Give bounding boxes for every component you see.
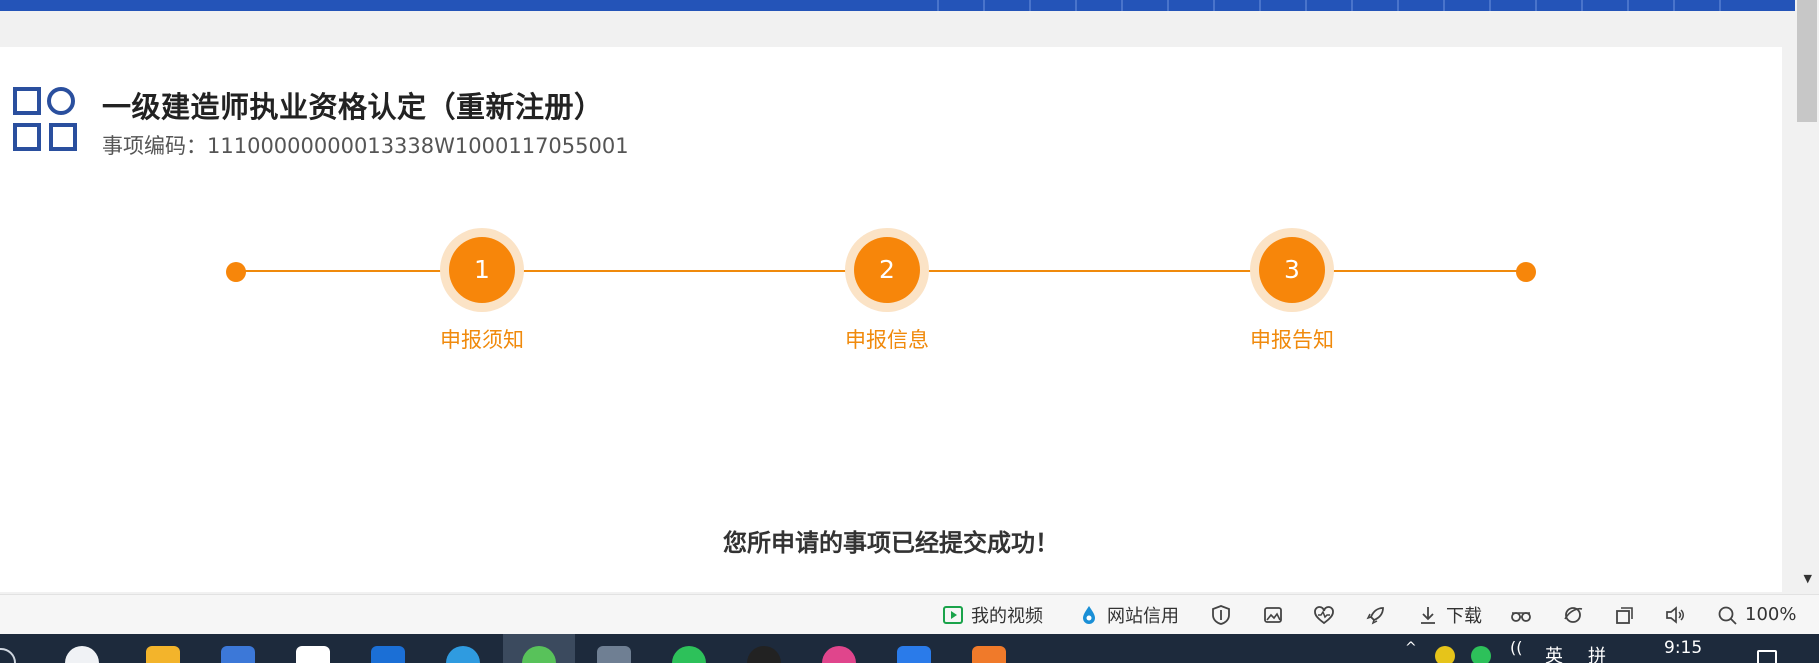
notification-icon[interactable] [1757,650,1777,663]
app-taskbar-icon[interactable] [822,646,856,663]
speaker-icon [1664,604,1686,626]
step-3-label: 申报告知 [1250,328,1334,352]
chevron-up-icon[interactable]: ^ [1405,640,1417,656]
security-button[interactable] [1210,595,1232,634]
step-2: 2 [845,228,929,312]
main-content [0,47,1782,592]
water-drop-icon [1078,604,1100,626]
zoom-level: 100% [1745,604,1797,625]
my-video-button[interactable]: 我的视频 [942,595,1043,634]
browser-status-bar: 我的视频 网站信用 下载 100% [0,594,1819,634]
download-label: 下载 [1446,605,1482,627]
ime-language[interactable]: 英 [1545,642,1563,663]
step-number: 1 [449,237,515,303]
progress-end-dot [1516,262,1536,282]
top-brand-bar [0,0,1795,11]
site-credit-label: 网站信用 [1107,605,1179,627]
shield-icon [1210,604,1232,626]
vertical-scrollbar[interactable]: ▼ [1795,0,1819,592]
ime-mode[interactable]: 拼 [1588,642,1606,663]
network-icon[interactable]: (( [1510,638,1522,657]
top-bar-pattern [915,0,1735,11]
rocket-icon [1365,604,1387,626]
speedup-button[interactable] [1365,595,1387,634]
window-icon [1613,604,1635,626]
zoom-control[interactable]: 100% [1716,595,1796,634]
video-play-icon [942,604,964,626]
site-credit-button[interactable]: 网站信用 [1078,595,1179,634]
step-number: 3 [1259,237,1325,303]
item-code: 事项编码：11100000000013338W1000117055001 [102,134,629,158]
page-title: 一级建造师执业资格认定（重新注册） [102,90,604,124]
app-taskbar-icon[interactable] [296,646,330,663]
download-button[interactable]: 下载 [1417,595,1482,634]
scroll-down-arrow-icon[interactable]: ▼ [1804,573,1812,584]
scrollbar-thumb[interactable] [1797,0,1817,122]
app-taskbar-icon[interactable] [371,646,405,663]
os-taskbar: ^ (( 英 拼 9:15 [0,634,1819,663]
browser-icon [1562,604,1584,626]
step-1: 1 [440,228,524,312]
clock-time[interactable]: 9:15 [1664,638,1702,658]
calculator-taskbar-icon[interactable] [597,646,631,663]
tray-wechat-icon[interactable] [1471,646,1491,663]
browser-core-button[interactable] [1562,595,1584,634]
tray-app-icon[interactable] [1435,646,1455,663]
qq-taskbar-icon[interactable] [747,646,781,663]
volume-button[interactable] [1664,595,1686,634]
browser-taskbar-icon[interactable] [446,646,480,663]
search-taskbar-icon[interactable] [0,648,16,663]
step-1-label: 申报须知 [440,328,524,352]
step-2-label: 申报信息 [845,328,929,352]
app-taskbar-icon[interactable] [221,646,255,663]
download-icon [1417,604,1439,626]
success-message: 您所申请的事项已经提交成功！ [723,529,1059,557]
image-icon [1262,604,1284,626]
file-explorer-taskbar-icon[interactable] [146,646,180,663]
image-button[interactable] [1262,595,1284,634]
app-taskbar-icon[interactable] [65,646,99,663]
my-video-label: 我的视频 [971,605,1043,627]
progress-steps: 1 2 3 [226,228,1536,313]
apps-grid-icon [13,87,77,151]
glasses-icon [1510,604,1532,626]
step-number: 2 [854,237,920,303]
mail-taskbar-icon[interactable] [897,646,931,663]
reading-mode-button[interactable] [1510,595,1532,634]
app-taskbar-icon[interactable] [972,646,1006,663]
progress-start-dot [226,262,246,282]
wechat-taskbar-icon[interactable] [672,646,706,663]
zoom-icon [1716,604,1738,626]
health-button[interactable] [1313,595,1335,634]
heartbeat-icon [1313,604,1335,626]
window-button[interactable] [1613,595,1635,634]
step-3: 3 [1250,228,1334,312]
